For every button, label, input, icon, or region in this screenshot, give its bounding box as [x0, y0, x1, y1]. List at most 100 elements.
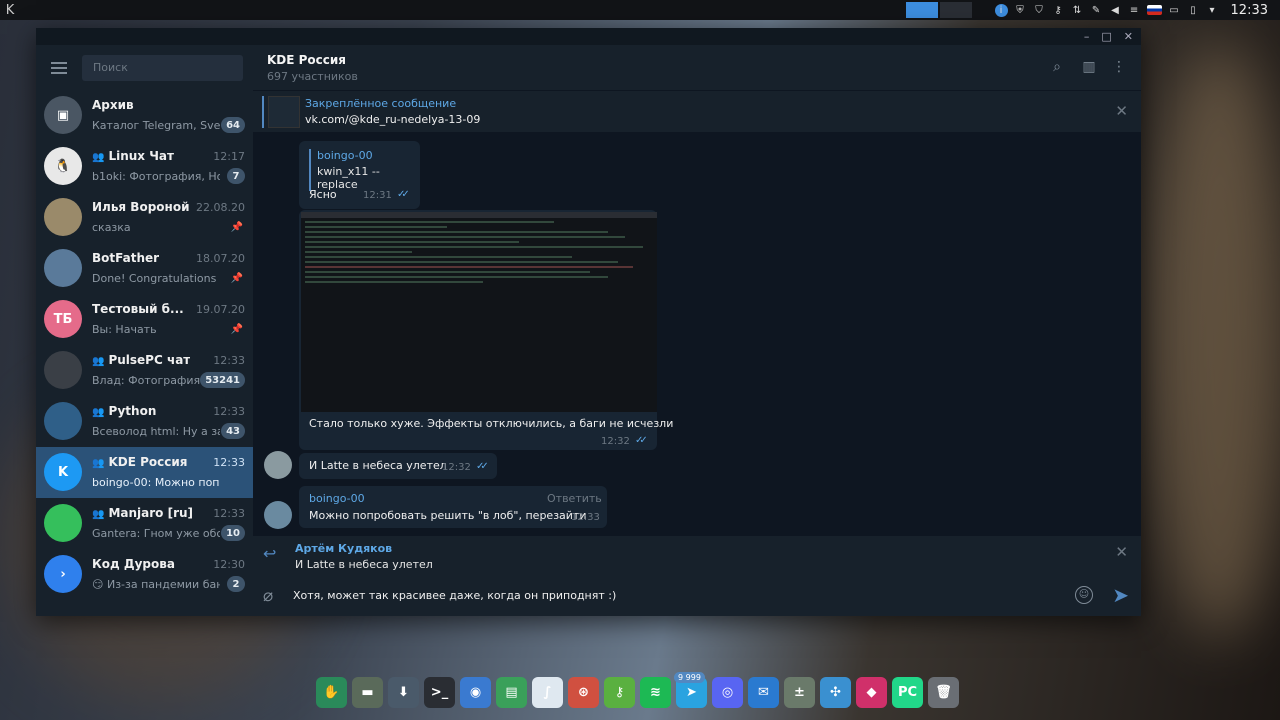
downloader-icon[interactable]: ⬇: [388, 676, 419, 708]
clip-icon[interactable]: ✎: [1090, 4, 1103, 17]
chromium-icon[interactable]: ◉: [460, 676, 491, 708]
keepass-icon[interactable]: ⚷: [604, 676, 635, 708]
chat-list-sidebar: Поиск ▣ Архив Каталог Telegram, Svel... 64 🐧…: [36, 45, 253, 616]
unread-badge: 53241: [200, 372, 245, 388]
calculator-icon[interactable]: ±: [784, 676, 815, 708]
smartgit-icon[interactable]: ⊛: [568, 676, 599, 708]
terminal-screenshot-image[interactable]: [301, 212, 657, 412]
message-author[interactable]: boingo-00: [309, 492, 365, 505]
telegram-icon[interactable]: ➤ 9 999: [674, 671, 707, 708]
chat-list-item[interactable]: K 👥KDE Россия 12:33 boingo-00: Можно попроб…: [36, 447, 253, 498]
search-input[interactable]: Поиск: [82, 55, 243, 81]
attach-icon[interactable]: ⌀: [263, 586, 273, 606]
chat-list-item[interactable]: ▣ Архив Каталог Telegram, Svel... 64: [36, 90, 253, 141]
close-icon[interactable]: ✕: [1115, 102, 1128, 120]
group-icon: 👥: [92, 152, 105, 163]
vpn-icon[interactable]: ⛨: [1014, 4, 1027, 17]
discord-icon[interactable]: ◎: [712, 676, 743, 708]
close-button[interactable]: ✕: [1124, 30, 1133, 43]
info-icon[interactable]: i: [994, 3, 1008, 17]
chat-name: Код Дурова: [92, 557, 175, 571]
chat-name: 👥 PulsePC чат: [92, 353, 191, 367]
kde-menu-icon[interactable]: K: [0, 0, 20, 20]
reply-arrow-icon: ↩: [263, 544, 277, 563]
telegram-unread-badge: 9 999: [674, 671, 705, 683]
group-icon: 👥: [92, 458, 105, 469]
message-bubble[interactable]: boingo-00 kwin_x11 --replace Ясно 12:31 …: [299, 141, 420, 209]
volume-icon[interactable]: ◀: [1109, 4, 1122, 17]
chat-title[interactable]: KDE Россия: [267, 53, 346, 67]
avatar[interactable]: [264, 501, 292, 529]
chat-list-item[interactable]: ТБ Тестовый б... 19.07.20 Вы: Начать 📌: [36, 294, 253, 345]
chat-list-item[interactable]: 👥Python 12:33 Всеволод html: Ну а за...43: [36, 396, 253, 447]
cancel-reply-icon[interactable]: ✕: [1115, 543, 1128, 561]
message-text: Стало только хуже. Эффекты отключились, …: [309, 417, 674, 430]
notification-icon[interactable]: ≡: [1128, 4, 1141, 17]
chat-list-item[interactable]: 👥Manjaro [ru] 12:33 Gantera: Гном уже обсу…: [36, 498, 253, 549]
message-time: 12:32: [442, 462, 471, 473]
read-check-icon: ✓✓: [397, 189, 410, 200]
chat-list-item[interactable]: › Код Дурова 12:30 😏 Из-за пандемии бан... 2: [36, 549, 253, 600]
chat-name: 👥 Linux Чат: [92, 149, 174, 163]
read-check-icon: ✓✓: [476, 461, 489, 472]
reply-link[interactable]: Ответить: [547, 492, 602, 505]
system-tray: i ⛨ ⛉ ⚷ ⇅ ✎ ◀ ≡ ▭ ▯ ▾ 12:33: [994, 0, 1280, 20]
virtual-desktop-2[interactable]: [940, 2, 972, 18]
chat-name: Илья Вороной: [92, 200, 190, 214]
virtual-desktop-1[interactable]: [906, 2, 938, 18]
keepass-tray-icon[interactable]: ⚷: [1052, 4, 1065, 17]
files-icon[interactable]: ▤: [496, 676, 527, 708]
message-time: 12:31: [363, 190, 392, 201]
chat-list-item[interactable]: 👥 PulsePC чат 12:33 Влад: Фотография 53241: [36, 345, 253, 396]
unread-badge: 43: [221, 423, 245, 439]
shield-icon[interactable]: ⛉: [1033, 4, 1046, 17]
chat-list-item[interactable]: Илья Вороной 22.08.20 сказка 📌: [36, 192, 253, 243]
avatar[interactable]: [264, 451, 292, 479]
pycharm-icon[interactable]: PC: [892, 676, 923, 708]
chevron-down-icon[interactable]: ▾: [1206, 4, 1219, 17]
thunderbird-icon[interactable]: ✉: [748, 676, 779, 708]
chat-list-item[interactable]: 🐧 👥Linux Чат 12:17 b1oki: Фотография, Но ..…: [36, 141, 253, 192]
menu-icon[interactable]: [51, 61, 67, 74]
search-icon[interactable]: ⌕: [1049, 59, 1065, 75]
emoji-icon[interactable]: ☺: [1075, 586, 1093, 604]
send-icon[interactable]: ➤: [1112, 583, 1129, 607]
pin-icon: 📌: [230, 324, 243, 335]
message-text: Ясно: [309, 188, 337, 201]
chat-preview: сказка: [92, 221, 131, 234]
kde-connect-icon[interactable]: ✋: [316, 676, 347, 708]
message-input[interactable]: [293, 587, 1053, 603]
message-bubble[interactable]: И Latte в небеса улетел 12:32 ✓✓: [299, 453, 497, 479]
chat-name: Тестовый б...: [92, 302, 184, 316]
spotify-icon[interactable]: ≋: [640, 676, 671, 708]
battery-icon[interactable]: ▯: [1187, 4, 1200, 17]
notes-icon[interactable]: ▬: [352, 676, 383, 708]
chat-list-item[interactable]: BotFather 18.07.20 Done! Congratulations o…: [36, 243, 253, 294]
pinned-title: Закреплённое сообщение: [305, 97, 457, 110]
avatar: [44, 402, 82, 440]
chat-preview: boingo-00: Можно попробо...: [92, 476, 220, 489]
maximize-button[interactable]: □: [1101, 30, 1111, 43]
writer-icon[interactable]: ∫: [532, 676, 563, 708]
message-bubble[interactable]: boingo-00 Ответить Можно попробовать реш…: [299, 486, 607, 528]
chat-time: 12:33: [213, 456, 245, 469]
chat-time: 18.07.20: [196, 252, 245, 265]
keyboard-layout-flag-icon[interactable]: [1146, 5, 1162, 15]
clock[interactable]: 12:33: [1231, 3, 1268, 18]
kdevelop-icon[interactable]: ✣: [820, 676, 851, 708]
trash-icon[interactable]: 🗑: [928, 676, 959, 708]
pinned-message-bar[interactable]: Закреплённое сообщение vk.com/@kde_ru-ne…: [253, 90, 1141, 132]
chat-preview: Каталог Telegram, Svel...: [92, 119, 220, 132]
reply-quote[interactable]: boingo-00 kwin_x11 --replace: [309, 149, 420, 191]
terminal-icon[interactable]: >_: [424, 676, 455, 708]
minimize-button[interactable]: –: [1084, 30, 1090, 43]
display-icon[interactable]: ▭: [1168, 4, 1181, 17]
more-icon[interactable]: ⋮: [1111, 59, 1127, 75]
jetbrains-icon[interactable]: ◆: [856, 676, 887, 708]
avatar: ▣: [44, 96, 82, 134]
network-icon[interactable]: ⇅: [1071, 4, 1084, 17]
telegram-window: – □ ✕ Поиск ▣ Архив Каталог Telegram, Svel…: [36, 28, 1141, 616]
reply-preview-author: Артём Кудяков: [295, 542, 393, 555]
chat-preview: Вы: Начать: [92, 323, 157, 336]
sidebar-toggle-icon[interactable]: ▥: [1081, 59, 1097, 75]
